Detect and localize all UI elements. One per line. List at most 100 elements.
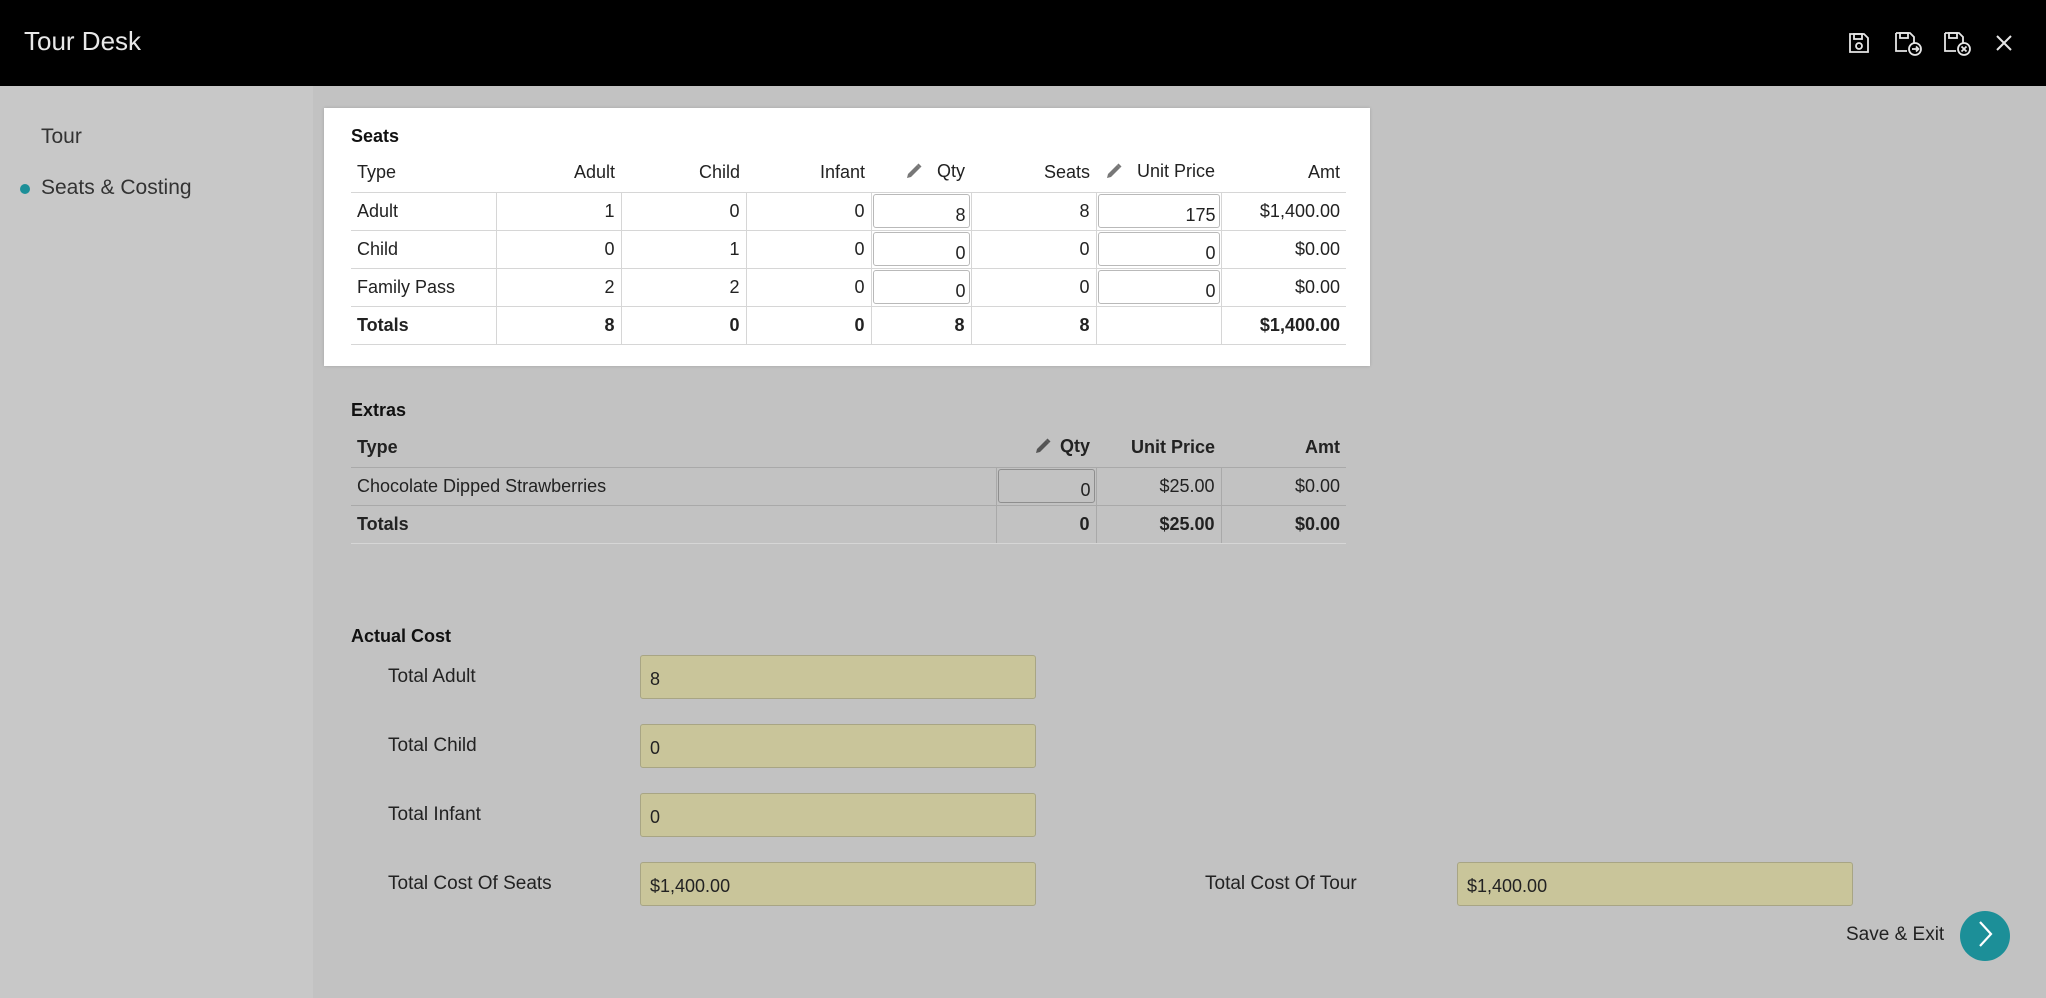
cell-qty: 0: [870, 229, 971, 268]
cell-adult: 1: [495, 191, 621, 230]
total-unit-price: $25.00: [1095, 504, 1221, 544]
col-header-unit-price: Unit Price: [1096, 154, 1221, 192]
cell-type: Child: [351, 229, 496, 268]
sidebar-item-seats-costing[interactable]: Seats & Costing: [41, 176, 192, 200]
col-header-qty: Qty: [871, 154, 971, 192]
close-icon[interactable]: [1988, 27, 2020, 59]
qty-input[interactable]: 0: [997, 469, 1095, 503]
col-header-type: Type: [357, 162, 397, 183]
window-title: Tour Desk: [24, 26, 142, 56]
save-exit-button[interactable]: [1960, 911, 2010, 961]
cell-amt: $0.00: [1220, 229, 1346, 268]
extras-title: Extras: [351, 400, 407, 420]
cell-unit-price: 0: [1095, 229, 1221, 268]
cell-amt: $1,400.00: [1220, 191, 1346, 230]
col-header-unit-price: Unit Price: [1130, 437, 1215, 458]
save-exit-label[interactable]: Save & Exit: [1846, 924, 1944, 946]
seats-header-row: Type Adult Child Infant Qty Seats Unit P…: [351, 154, 1346, 192]
totals-label: Totals: [351, 305, 496, 345]
col-header-qty: Qty: [996, 429, 1096, 467]
col-header-adult: Adult: [573, 162, 615, 183]
cell-unit-price: 175: [1095, 191, 1221, 230]
qty-input[interactable]: 8: [872, 194, 970, 228]
pencil-icon: [905, 162, 923, 185]
cell-qty: 0: [870, 267, 971, 306]
total-child: 0: [620, 305, 746, 345]
col-header-amt: Amt: [1307, 162, 1340, 183]
total-adult-field[interactable]: 8: [640, 655, 1036, 699]
total-infant-label: Total Infant: [388, 804, 481, 825]
total-infant: 0: [745, 305, 871, 345]
total-child-field[interactable]: 0: [640, 724, 1036, 768]
cell-amt: $0.00: [1220, 267, 1346, 306]
total-unit-price: [1095, 305, 1221, 345]
total-seats: 8: [970, 305, 1096, 345]
col-header-amt: Amt: [1305, 437, 1340, 458]
extras-header-row: Type Qty Unit Price Amt: [351, 429, 1346, 467]
total-adult: 8: [495, 305, 621, 345]
col-header-type: Type: [357, 437, 398, 458]
unit-price-input[interactable]: 175: [1097, 194, 1220, 228]
cell-seats: 0: [970, 229, 1096, 268]
cell-infant: 0: [745, 267, 871, 306]
cell-unit-price: $25.00: [1095, 466, 1221, 505]
totals-label: Totals: [351, 504, 996, 544]
col-header-unit-price-label: Unit Price: [1136, 160, 1215, 181]
cell-amt: $0.00: [1220, 466, 1346, 505]
col-header-qty-label: Qty: [1059, 435, 1090, 456]
cell-infant: 0: [745, 191, 871, 230]
unit-price-input[interactable]: 0: [1097, 270, 1220, 304]
cell-unit-price: 0: [1095, 267, 1221, 306]
cell-child: 1: [620, 229, 746, 268]
col-header-seats: Seats: [1043, 162, 1090, 183]
col-header-qty-label: Qty: [936, 160, 965, 181]
cell-seats: 8: [970, 191, 1096, 230]
cell-type: Adult: [351, 191, 496, 230]
pencil-icon: [1105, 162, 1123, 185]
total-child-label: Total Child: [388, 735, 477, 756]
qty-input[interactable]: 0: [872, 232, 970, 266]
total-infant-field[interactable]: 0: [640, 793, 1036, 837]
cell-type: Chocolate Dipped Strawberries: [351, 466, 996, 505]
seats-table: Type Adult Child Infant Qty Seats Unit P…: [351, 154, 1346, 345]
col-header-child: Child: [698, 162, 740, 183]
cell-infant: 0: [745, 229, 871, 268]
total-cost-seats-label: Total Cost Of Seats: [388, 873, 552, 894]
cell-adult: 0: [495, 229, 621, 268]
sidebar: [0, 86, 313, 998]
total-amt: $1,400.00: [1220, 305, 1346, 345]
table-row: Child 0 1 0 0 0 0 $0.00: [351, 229, 1346, 268]
extras-table: Type Qty Unit Price Amt Chocolate Dipped…: [351, 429, 1346, 544]
sidebar-item-tour[interactable]: Tour: [41, 125, 82, 149]
title-bar: Tour Desk: [0, 0, 2046, 86]
table-row: Chocolate Dipped Strawberries 0 $25.00 $…: [351, 466, 1346, 505]
save-and-new-icon[interactable]: [1893, 27, 1925, 59]
cell-child: 2: [620, 267, 746, 306]
actual-cost-title: Actual Cost: [351, 626, 452, 646]
total-amt: $0.00: [1220, 504, 1346, 544]
col-header-infant: Infant: [819, 162, 865, 183]
save-icon[interactable]: [1843, 27, 1875, 59]
total-qty: 0: [995, 504, 1096, 544]
cell-child: 0: [620, 191, 746, 230]
save-and-close-icon[interactable]: [1942, 27, 1974, 59]
totals-row: Totals 0 $25.00 $0.00: [351, 504, 1346, 544]
total-qty: 8: [870, 305, 971, 345]
qty-input[interactable]: 0: [872, 270, 970, 304]
cell-seats: 0: [970, 267, 1096, 306]
cell-qty: 8: [870, 191, 971, 230]
pencil-icon: [1034, 437, 1052, 460]
total-cost-tour-field[interactable]: $1,400.00: [1457, 862, 1853, 906]
cell-type: Family Pass: [351, 267, 496, 306]
seats-title: Seats: [351, 126, 400, 146]
cell-qty: 0: [995, 466, 1096, 505]
unit-price-input[interactable]: 0: [1097, 232, 1220, 266]
total-cost-tour-label: Total Cost Of Tour: [1205, 873, 1357, 894]
total-adult-label: Total Adult: [388, 666, 476, 687]
total-cost-seats-field[interactable]: $1,400.00: [640, 862, 1036, 906]
totals-row: Totals 8 0 0 8 8 $1,400.00: [351, 305, 1346, 345]
chevron-right-icon: [1973, 919, 1997, 954]
table-row: Family Pass 2 2 0 0 0 0 $0.00: [351, 267, 1346, 306]
table-row: Adult 1 0 0 8 8 175 $1,400.00: [351, 191, 1346, 230]
active-indicator-dot: [20, 184, 30, 194]
